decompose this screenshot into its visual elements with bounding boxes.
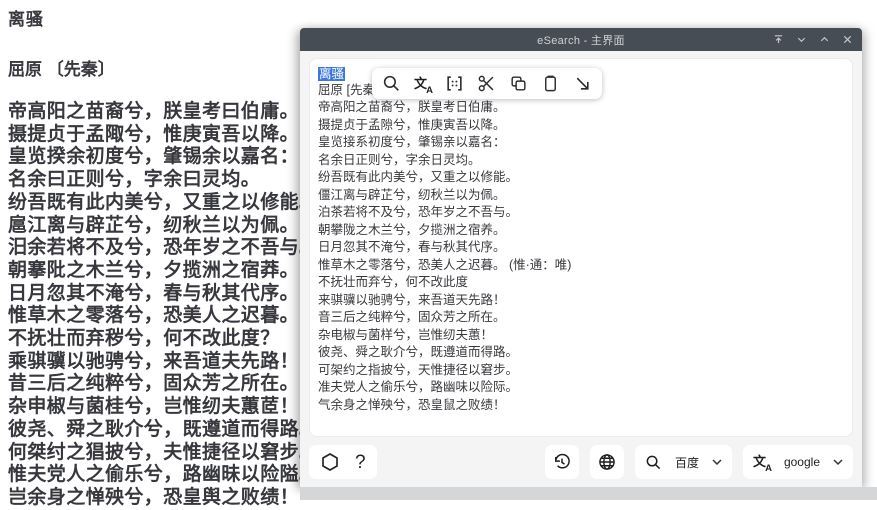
translate-icon[interactable]: 文A bbox=[414, 75, 432, 93]
poem-line: 惟夫党人之偷乐兮，路幽昧以险隘。 bbox=[8, 464, 328, 487]
ocr-line: 日月忽其不淹兮，春与秋其代序。 bbox=[318, 239, 844, 257]
jump-arrow-icon[interactable] bbox=[573, 74, 592, 93]
page-title: 离骚 bbox=[8, 0, 328, 30]
ocr-line: 来骐骥以驰骋兮，来吾道天先路！ bbox=[318, 292, 844, 310]
web-search-button[interactable] bbox=[590, 445, 624, 479]
ocr-line: 皇览接系初度兮，肇锡亲以嘉名： bbox=[318, 134, 844, 152]
poem-line: 昔三后之纯粹兮，固众芳之所在。 bbox=[8, 373, 328, 396]
chevron-down-icon[interactable] bbox=[796, 34, 807, 45]
ocr-line: 彼尧、舜之耿介兮，既遵道而得路。 bbox=[318, 344, 844, 362]
window-bottom-shadow bbox=[300, 487, 877, 500]
chevron-down-icon bbox=[833, 458, 843, 466]
search-engine-select[interactable]: 百度 bbox=[635, 445, 732, 479]
ocr-line: 名余日正则兮，字余日灵均。 bbox=[318, 152, 844, 170]
translate-icon: 文 A bbox=[753, 453, 771, 471]
pin-top-icon[interactable] bbox=[773, 34, 784, 45]
scissors-icon[interactable] bbox=[477, 74, 496, 93]
poem-line: 纷吾既有此内美兮，又重之以修能。 bbox=[8, 192, 328, 215]
poem-line: 日月忽其不淹兮，春与秋其代序。 bbox=[8, 283, 328, 306]
clipboard-icon[interactable] bbox=[541, 74, 560, 93]
poem-line: 扈江离与辟芷兮，纫秋兰以为佩。 bbox=[8, 215, 328, 238]
ocr-scan-icon[interactable] bbox=[445, 74, 464, 93]
search-icon[interactable] bbox=[382, 74, 401, 93]
poem-line: 摄提贞于孟陬兮，惟庚寅吾以降。 bbox=[8, 124, 328, 147]
ocr-line: 帝高阳之苗裔兮，朕皇考日伯庸。 bbox=[318, 99, 844, 117]
ocr-line: 音三后之纯粹兮，固众芳之所在。 bbox=[318, 309, 844, 327]
copy-icon[interactable] bbox=[509, 74, 528, 93]
floating-action-toolbar: 文A bbox=[372, 68, 602, 99]
poem-line: 杂申椒与菌桂兮，岂惟纫夫蕙茝！ bbox=[8, 396, 328, 419]
poem-line: 惟草木之零落兮，恐美人之迟暮。（惟 bbox=[8, 305, 328, 328]
help-question-icon[interactable]: ? bbox=[355, 453, 366, 472]
poem-line: 朝搴阰之木兰兮，夕揽洲之宿莽。 bbox=[8, 260, 328, 283]
background-document: 离骚 屈原 〔先秦〕 帝高阳之苗裔兮，朕皇考曰伯庸。摄提贞于孟陬兮，惟庚寅吾以降… bbox=[8, 0, 328, 510]
ocr-line: 僵江离与辟芷兮，纫秋兰以为佩。 bbox=[318, 187, 844, 205]
poem-line: 何桀纣之猖披兮，夫惟捷径以窘步。 bbox=[8, 442, 328, 465]
hexagon-icon[interactable] bbox=[320, 452, 340, 472]
poem-line: 汨余若将不及兮，恐年岁之不吾与。 bbox=[8, 237, 328, 260]
ocr-line: 不抚壮而弃兮，何不改此度 bbox=[318, 274, 844, 292]
search-icon bbox=[645, 454, 662, 471]
poem-line: 不抚壮而弃秽兮，何不改此度？ bbox=[8, 328, 328, 351]
ocr-result-text[interactable]: 帝高阳之苗裔兮，朕皇考日伯庸。摄提贞于孟隙兮，惟庚寅吾以降。皇览接系初度兮，肇锡… bbox=[318, 99, 844, 414]
window-titlebar[interactable]: eSearch - 主界面 bbox=[300, 28, 862, 51]
poem-line: 帝高阳之苗裔兮，朕皇考曰伯庸。 bbox=[8, 101, 328, 124]
ocr-line: 准夫党人之偷乐兮，路幽味以险际。 bbox=[318, 379, 844, 397]
poem-line: 岂余身之惮殃兮，恐皇舆之败绩！ bbox=[8, 487, 328, 510]
ocr-line: 摄提贞于孟隙兮，惟庚寅吾以降。 bbox=[318, 117, 844, 135]
search-engine-value: 百度 bbox=[671, 454, 703, 471]
translate-engine-select[interactable]: 文 A google bbox=[743, 445, 853, 479]
globe-icon bbox=[597, 452, 617, 472]
bottom-toolbar: ? 百度 文 A google bbox=[309, 445, 853, 479]
ocr-text-card[interactable]: 文A 离骚 屈原 [先秦] 帝高阳之苗裔兮，朕皇考日伯庸。摄提贞于孟隙兮，惟庚寅… bbox=[309, 58, 853, 437]
left-button-group: ? bbox=[309, 445, 377, 479]
history-icon bbox=[552, 452, 572, 472]
poem-line: 彼尧、舜之耿介兮，既遵道而得路。 bbox=[8, 419, 328, 442]
window-title: eSearch - 主界面 bbox=[537, 32, 625, 48]
ocr-line: 气余身之惮殃兮，恐皇鼠之败绩！ bbox=[318, 397, 844, 415]
window-body: 文A 离骚 屈原 [先秦] 帝高阳之苗裔兮，朕皇考日伯庸。摄提贞于孟隙兮，惟庚寅… bbox=[300, 51, 862, 487]
ocr-line: 纷吾既有此内美兮，又重之以修能。 bbox=[318, 169, 844, 187]
poem-line: 乘骐骥以驰骋兮，来吾道夫先路！ bbox=[8, 351, 328, 374]
chevron-down-icon bbox=[712, 458, 722, 466]
translate-engine-value: google bbox=[780, 455, 824, 469]
selected-text[interactable]: 离骚 bbox=[318, 67, 345, 81]
esearch-window: eSearch - 主界面 文A bbox=[300, 28, 862, 487]
poem-line: 名余曰正则兮，字余曰灵均。 bbox=[8, 169, 328, 192]
close-icon[interactable] bbox=[842, 34, 853, 45]
ocr-line: 泊茶若将不及兮，恐年岁之不吾与。 bbox=[318, 204, 844, 222]
document-body: 帝高阳之苗裔兮，朕皇考曰伯庸。摄提贞于孟陬兮，惟庚寅吾以降。皇览揆余初度兮，肇锡… bbox=[8, 101, 328, 510]
ocr-line: 惟草木之零落兮，恐美人之迟暮。 (惟·通：唯) bbox=[318, 257, 844, 275]
poem-line: 皇览揆余初度兮，肇锡余以嘉名： bbox=[8, 146, 328, 169]
ocr-line: 可架约之指披兮，天惟捷径以窘步。 bbox=[318, 362, 844, 380]
document-author: 屈原 〔先秦〕 bbox=[8, 55, 328, 80]
chevron-up-icon[interactable] bbox=[819, 34, 830, 45]
ocr-line: 杂电椒与菌样兮，岂惟纫夫蕙！ bbox=[318, 327, 844, 345]
ocr-line: 朝攀陇之木兰兮，夕揽洲之宿养。 bbox=[318, 222, 844, 240]
window-controls bbox=[773, 28, 853, 51]
history-button[interactable] bbox=[545, 445, 579, 479]
